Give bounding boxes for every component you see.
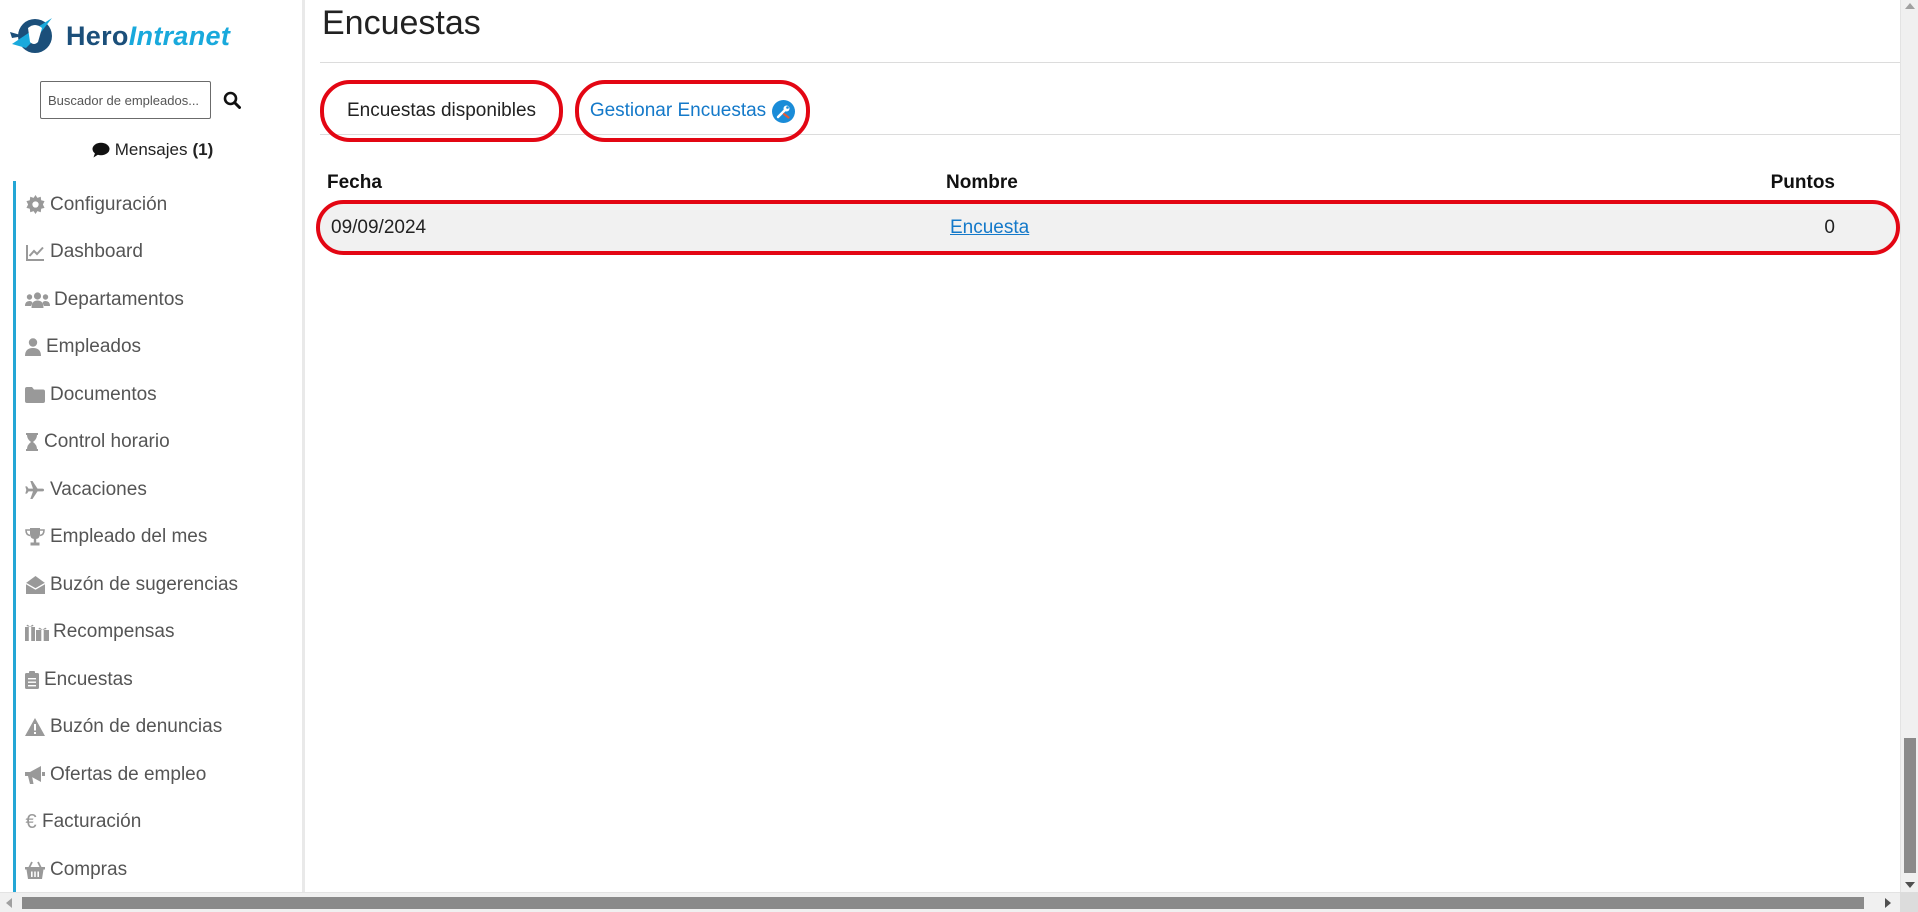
folder-icon [24, 384, 46, 406]
surveys-table: Fecha Nombre Puntos 09/09/2024 Encuesta … [316, 165, 1900, 255]
messages-link[interactable]: Mensajes (1) [0, 140, 302, 160]
trophy-icon [24, 526, 46, 548]
tab-gestionar-encuestas[interactable]: Gestionar Encuestas [575, 80, 810, 142]
hourglass-icon [24, 431, 40, 453]
euro-icon: € [25, 810, 37, 833]
basket-icon [24, 859, 46, 881]
employee-search-input[interactable] [40, 81, 211, 119]
scroll-right-icon[interactable] [1885, 898, 1891, 908]
sidebar-item-label: Vacaciones [50, 478, 147, 500]
horizontal-scroll-thumb[interactable] [22, 897, 1864, 909]
sidebar-item-label: Facturación [42, 811, 142, 833]
sidebar-item-facturacion[interactable]: € Facturación [13, 798, 293, 846]
survey-link[interactable]: Encuesta [950, 217, 1029, 239]
survey-tabs: Encuestas disponibles Gestionar Encuesta… [320, 80, 1900, 142]
table-header: Fecha Nombre Puntos [320, 165, 1900, 200]
sidebar-item-dashboard[interactable]: Dashboard [13, 228, 293, 276]
sidebar-item-label: Dashboard [50, 241, 143, 263]
brand-logo[interactable]: HeroIntranet [8, 14, 230, 58]
sidebar-item-label: Ofertas de empleo [50, 763, 207, 785]
vertical-scroll-thumb[interactable] [1904, 738, 1916, 873]
messages-label: Mensajes [114, 140, 188, 159]
messages-count: (1) [192, 140, 214, 159]
scrollbar-corner [1900, 892, 1918, 912]
sidebar-item-label: Documentos [50, 383, 157, 405]
sidebar-item-label: Buzón de sugerencias [50, 573, 239, 595]
scroll-down-icon[interactable] [1905, 882, 1915, 888]
sidebar-item-label: Recompensas [53, 621, 175, 643]
sidebar-item-label: Control horario [44, 431, 170, 453]
warning-icon [24, 716, 46, 738]
chart-line-icon [24, 241, 46, 263]
horizontal-scrollbar[interactable] [0, 892, 1918, 912]
sidebar-item-label: Departamentos [54, 288, 184, 310]
brand-name: HeroIntranet [66, 21, 230, 52]
cell-puntos: 0 [1824, 216, 1835, 238]
sidebar-item-label: Empleados [46, 336, 142, 358]
scroll-left-icon[interactable] [6, 898, 12, 908]
scroll-up-icon[interactable] [1905, 3, 1915, 9]
sidebar-item-departamentos[interactable]: Departamentos [13, 276, 293, 324]
page-title: Encuestas [322, 4, 481, 42]
brand-name-part1: Hero [66, 20, 129, 51]
envelope-open-icon [24, 574, 46, 596]
comment-icon [92, 142, 110, 158]
sidebar-item-buzon-denuncias[interactable]: Buzón de denuncias [13, 703, 293, 751]
sidebar-item-empleados[interactable]: Empleados [13, 323, 293, 371]
cell-fecha: 09/09/2024 [331, 216, 427, 238]
sidebar-item-label: Compras [50, 858, 128, 880]
sidebar-item-label: Buzón de denuncias [50, 716, 223, 738]
sidebar-nav: Configuración Dashboard Departamentos Em… [13, 181, 293, 892]
brand-name-part2: Intranet [128, 20, 231, 51]
sidebar-item-control-horario[interactable]: Control horario [13, 418, 293, 466]
search-icon [223, 91, 241, 109]
sidebar-item-documentos[interactable]: Documentos [13, 371, 293, 419]
sidebar-item-recompensas[interactable]: Recompensas [13, 608, 293, 656]
sidebar-item-compras[interactable]: Compras [13, 846, 293, 892]
hero-logo-icon [10, 18, 52, 53]
sidebar-item-buzon-sugerencias[interactable]: Buzón de sugerencias [13, 561, 293, 609]
gear-icon [24, 194, 46, 216]
column-header-nombre: Nombre [946, 171, 1018, 193]
tools-icon [772, 99, 796, 123]
tab-label: Gestionar Encuestas [589, 100, 767, 121]
vertical-scrollbar[interactable] [1900, 0, 1918, 892]
search-button[interactable] [221, 89, 243, 111]
sidebar-item-vacaciones[interactable]: Vacaciones [13, 466, 293, 514]
sidebar-item-label: Encuestas [44, 668, 133, 690]
sidebar-item-label: Empleado del mes [50, 526, 208, 548]
gifts-icon [24, 621, 49, 643]
users-icon [24, 289, 50, 311]
title-divider [320, 62, 1900, 63]
sidebar-item-empleado-del-mes[interactable]: Empleado del mes [13, 513, 293, 561]
sidebar-item-encuestas[interactable]: Encuestas [13, 656, 293, 704]
table-row: 09/09/2024 Encuesta 0 [316, 200, 1900, 255]
sidebar-item-configuracion[interactable]: Configuración [13, 181, 293, 229]
bullhorn-icon [24, 764, 46, 786]
column-header-fecha: Fecha [327, 171, 382, 193]
main-content: Encuestas Encuestas disponibles Gestiona… [305, 0, 1900, 892]
sidebar: HeroIntranet Mensajes (1) Configuración … [0, 0, 305, 892]
column-header-puntos: Puntos [1770, 171, 1835, 193]
employee-search [40, 81, 243, 119]
user-icon [24, 336, 42, 358]
sidebar-item-ofertas-empleo[interactable]: Ofertas de empleo [13, 751, 293, 799]
tab-encuestas-disponibles[interactable]: Encuestas disponibles [320, 80, 563, 142]
sidebar-item-label: Configuración [50, 193, 168, 215]
plane-icon [24, 479, 46, 501]
clipboard-list-icon [24, 669, 40, 691]
tab-label: Encuestas disponibles [346, 100, 537, 121]
